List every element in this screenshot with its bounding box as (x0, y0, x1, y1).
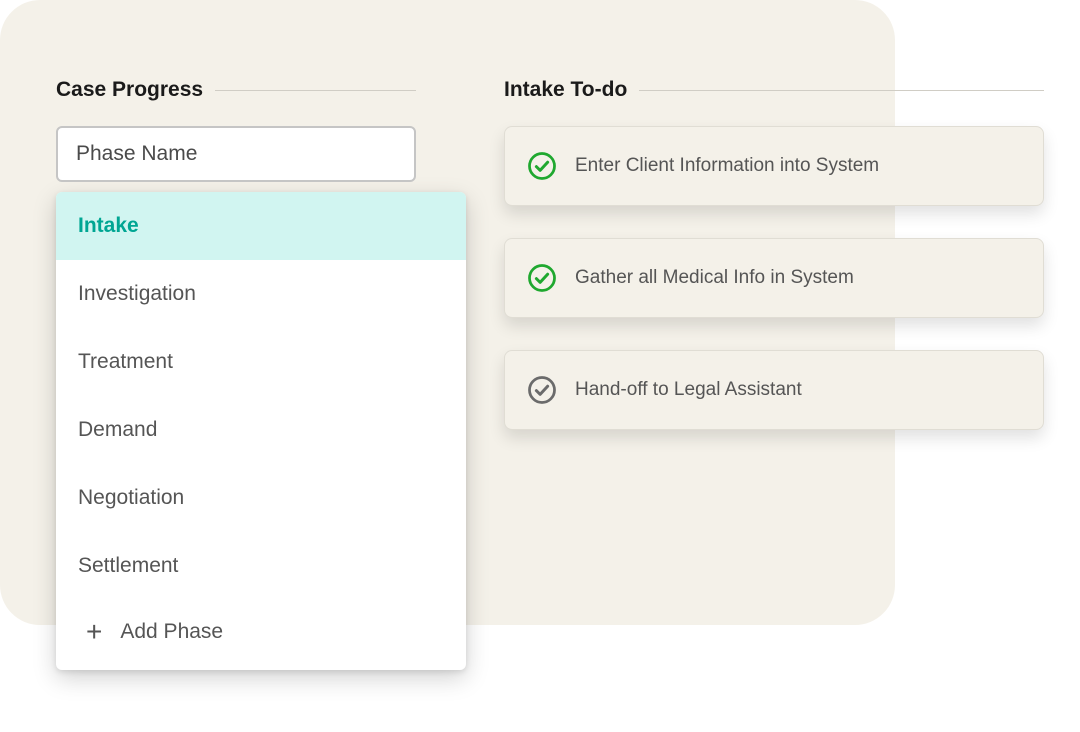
phase-name-input[interactable] (56, 126, 416, 182)
todo-item[interactable]: Enter Client Information into System (504, 126, 1044, 206)
todo-header: Intake To-do (504, 78, 1044, 102)
add-phase-label: Add Phase (120, 620, 223, 644)
check-circle-icon (527, 375, 557, 405)
todo-item-label: Gather all Medical Info in System (575, 267, 854, 289)
phase-option-treatment[interactable]: Treatment (56, 328, 466, 396)
todo-item-label: Hand-off to Legal Assistant (575, 379, 802, 401)
todo-panel: Intake To-do Enter Client Information in… (504, 78, 1044, 462)
check-circle-icon (527, 263, 557, 293)
phase-option-label: Intake (78, 214, 139, 237)
todo-item[interactable]: Hand-off to Legal Assistant (504, 350, 1044, 430)
phase-option-label: Demand (78, 418, 157, 441)
phase-option-investigation[interactable]: Investigation (56, 260, 466, 328)
header-divider (639, 90, 1044, 91)
phase-option-label: Settlement (78, 554, 178, 577)
case-progress-title: Case Progress (56, 78, 203, 102)
phase-option-demand[interactable]: Demand (56, 396, 466, 464)
phase-option-label: Investigation (78, 282, 196, 305)
todo-title: Intake To-do (504, 78, 627, 102)
phase-option-negotiation[interactable]: Negotiation (56, 464, 466, 532)
check-circle-icon (527, 151, 557, 181)
phase-option-label: Negotiation (78, 486, 184, 509)
phase-option-label: Treatment (78, 350, 173, 373)
case-progress-header: Case Progress (56, 78, 416, 102)
todo-item[interactable]: Gather all Medical Info in System (504, 238, 1044, 318)
case-progress-panel: Case Progress Intake Investigation Treat… (56, 78, 416, 670)
plus-icon: + (86, 618, 102, 646)
add-phase-button[interactable]: + Add Phase (56, 600, 466, 652)
header-divider (215, 90, 416, 91)
phase-dropdown: Intake Investigation Treatment Demand Ne… (56, 192, 466, 670)
phase-option-intake[interactable]: Intake (56, 192, 466, 260)
phase-option-settlement[interactable]: Settlement (56, 532, 466, 600)
todo-item-label: Enter Client Information into System (575, 155, 879, 177)
